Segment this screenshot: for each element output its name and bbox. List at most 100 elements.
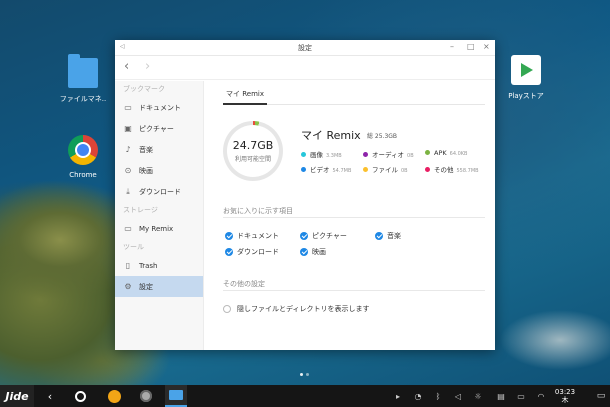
legend-size: 558.7MB [456, 168, 479, 174]
legend-item-images: 画像 3.3MB [301, 149, 342, 159]
tray-power-icon[interactable]: ◔ [410, 385, 426, 407]
settings-window: ◁ 設定 – □ × ‹ › ブックマーク ▭ ドキュメント ▣ ピクチャー ♪… [115, 40, 495, 350]
tray-wifi-icon[interactable]: ◠ [533, 385, 549, 407]
favorite-checkbox-movies[interactable]: 映画 [300, 247, 326, 257]
tray-volume-icon[interactable]: ◁ [450, 385, 466, 407]
sidebar-item-movies[interactable]: ⊙ 映画 [115, 160, 203, 181]
tab-bar: マイ Remix [223, 87, 485, 105]
image-icon: ▣ [124, 124, 132, 133]
checkbox-label: ダウンロード [237, 248, 279, 256]
start-menu-logo[interactable]: Jide [0, 385, 34, 407]
volume-total: 総 25.3GB [367, 133, 398, 140]
settings-content: マイ Remix 24.7GB 利用可能空間 マイ Remix 総 25.3GB… [205, 81, 495, 350]
checkbox-checked-icon [225, 248, 233, 256]
navigation-bar: ‹ › [115, 56, 495, 80]
minimize-button[interactable]: – [450, 42, 454, 51]
legend-label: APK [434, 149, 447, 157]
legend-label: オーディオ [372, 151, 405, 159]
video-icon: ⊙ [124, 166, 132, 175]
tray-expand-icon[interactable]: ▸ [390, 385, 406, 407]
checkbox-checked-icon [225, 232, 233, 240]
legend-size: 0B [407, 153, 414, 159]
desktop-icon-file-manager[interactable]: ファイルマネ.. [43, 54, 123, 104]
show-hidden-files-option[interactable]: 隠しファイルとディレクトリを表示します [223, 304, 370, 314]
legend-label: ファイル [372, 166, 398, 174]
legend-item-files: ファイル 0B [363, 164, 408, 174]
window-titlebar[interactable]: ◁ 設定 – □ × [115, 40, 495, 56]
home-button[interactable] [70, 385, 90, 407]
download-icon: ⤓ [126, 186, 130, 196]
folder-icon [68, 54, 98, 88]
sidebar: ブックマーク ▭ ドキュメント ▣ ピクチャー ♪ 音楽 ⊙ 映画 ⤓ ダウンロ… [115, 81, 204, 350]
tray-battery-icon[interactable]: ▭ [513, 385, 529, 407]
legend-dot [301, 167, 306, 172]
sidebar-item-music[interactable]: ♪ 音楽 [115, 139, 203, 160]
other-settings-title: その他の設定 [223, 279, 485, 291]
clock-day: 木 [561, 396, 569, 404]
available-space-value: 24.7GB [232, 139, 274, 152]
monitor-icon: ▭ [124, 224, 132, 233]
sidebar-item-trash[interactable]: ▯ Trash [115, 255, 203, 276]
page-dot[interactable] [300, 373, 303, 376]
legend-dot [425, 150, 430, 155]
sidebar-section-tools: ツール [123, 243, 144, 251]
page-dot[interactable] [306, 373, 309, 376]
gear-icon: ⚙ [124, 282, 132, 291]
sidebar-item-downloads[interactable]: ⤓ ダウンロード [115, 181, 203, 202]
sidebar-item-label: ピクチャー [139, 124, 174, 133]
checkbox-checked-icon [300, 248, 308, 256]
taskbar-app-settings[interactable] [135, 385, 157, 407]
legend-size: 0B [401, 168, 408, 174]
legend-label: ビデオ [310, 166, 330, 174]
desktop-icon-play-store[interactable]: Playストア [486, 55, 566, 101]
close-button[interactable]: × [483, 42, 490, 51]
trash-icon: ▯ [125, 261, 131, 270]
favorite-checkbox-music[interactable]: 音楽 [375, 231, 401, 241]
sidebar-item-my-remix[interactable]: ▭ My Remix [115, 218, 203, 239]
sidebar-item-settings[interactable]: ⚙ 設定 [115, 276, 203, 297]
taskbar-app-file-manager[interactable] [165, 385, 187, 407]
legend-item-apk: APK 64.0KB [425, 149, 467, 157]
favorite-checkbox-pictures[interactable]: ピクチャー [300, 231, 347, 241]
legend-dot [363, 167, 368, 172]
tab-my-remix[interactable]: マイ Remix [223, 87, 267, 105]
legend-size: 64.0KB [449, 151, 468, 157]
sidebar-section-bookmarks: ブックマーク [123, 85, 165, 93]
radio-unchecked-icon [223, 305, 231, 313]
legend-size: 3.3MB [326, 153, 342, 159]
chrome-icon [68, 135, 98, 165]
tray-brightness-icon[interactable]: ☼ [470, 385, 486, 407]
favorites-section-title: お気に入りに示す項目 [223, 206, 485, 218]
desktop-icon-label: Chrome [69, 171, 97, 179]
maximize-button[interactable]: □ [467, 42, 475, 51]
sidebar-item-label: 映画 [139, 166, 153, 175]
available-space-label: 利用可能空間 [234, 156, 271, 163]
checkbox-label: ピクチャー [312, 232, 347, 240]
checkbox-label: 音楽 [387, 232, 401, 240]
gear-icon [140, 390, 152, 402]
checkbox-label: ドキュメント [237, 232, 279, 240]
legend-item-video: ビデオ 54.7MB [301, 164, 351, 174]
back-arrow-icon[interactable]: ‹ [124, 59, 129, 74]
taskbar-clock[interactable]: 03:23 木 [548, 385, 582, 407]
sidebar-item-pictures[interactable]: ▣ ピクチャー [115, 118, 203, 139]
checkbox-checked-icon [375, 232, 383, 240]
sidebar-item-label: ドキュメント [139, 103, 181, 112]
forward-arrow-icon[interactable]: › [145, 59, 150, 74]
back-button[interactable]: ‹ [40, 385, 60, 407]
taskbar-app-notes[interactable] [103, 385, 125, 407]
legend-item-other: その他 558.7MB [425, 164, 479, 174]
notification-icon[interactable]: ▭ [592, 385, 610, 407]
tray-bluetooth-icon[interactable]: ᛒ [430, 385, 446, 407]
sidebar-item-documents[interactable]: ▭ ドキュメント [115, 97, 203, 118]
desktop-icon-chrome[interactable]: Chrome [43, 135, 123, 179]
sidebar-item-label: Trash [139, 261, 158, 270]
tray-keyboard-icon[interactable]: ▤ [493, 385, 509, 407]
favorite-checkbox-documents[interactable]: ドキュメント [225, 231, 279, 241]
option-label: 隠しファイルとディレクトリを表示します [237, 305, 370, 313]
sidebar-item-label: ダウンロード [139, 187, 181, 196]
desktop-page-indicator [300, 361, 312, 380]
favorite-checkbox-downloads[interactable]: ダウンロード [225, 247, 279, 257]
volume-name: マイ Remix [301, 129, 361, 142]
storage-ring-text: 24.7GB 利用可能空間 [223, 121, 283, 181]
